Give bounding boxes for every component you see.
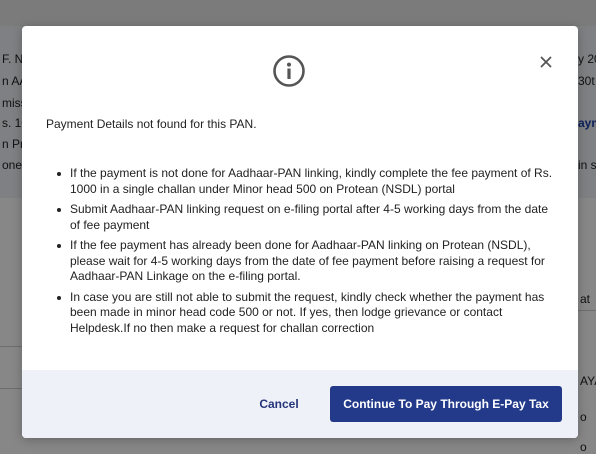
info-circle-icon (272, 54, 306, 88)
dialog-footer: Cancel Continue To Pay Through E-Pay Tax (22, 370, 578, 438)
instruction-item: Submit Aadhaar-PAN linking request on e-… (57, 202, 560, 233)
continue-epay-tax-button[interactable]: Continue To Pay Through E-Pay Tax (330, 386, 562, 422)
close-icon[interactable] (536, 52, 556, 72)
instruction-item: If the fee payment has already been done… (57, 238, 560, 285)
cancel-button[interactable]: Cancel (244, 386, 314, 422)
instruction-list: If the payment is not done for Aadhaar-P… (46, 166, 560, 341)
payment-details-dialog: Payment Details not found for this PAN. … (22, 26, 578, 438)
instruction-item: If the payment is not done for Aadhaar-P… (57, 166, 560, 197)
instruction-item: In case you are still not able to submit… (57, 290, 560, 337)
dialog-message: Payment Details not found for this PAN. (46, 117, 257, 131)
